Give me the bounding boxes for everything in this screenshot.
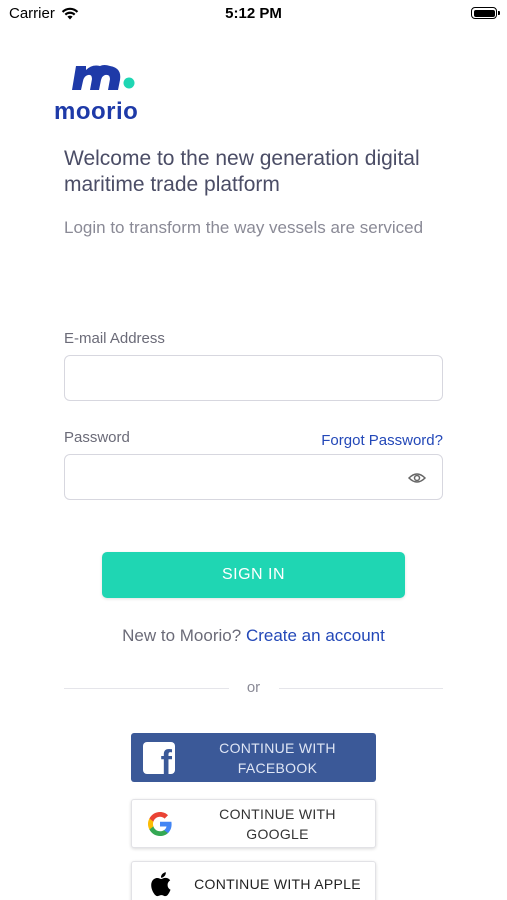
email-field[interactable] [64,355,443,401]
facebook-button-label: CONTINUE WITH FACEBOOK [219,739,336,776]
google-icon [144,808,176,840]
password-field[interactable] [64,454,443,500]
continue-with-google-button[interactable]: CONTINUE WITH GOOGLE [131,799,376,848]
continue-with-apple-button[interactable]: CONTINUE WITH APPLE [131,861,376,900]
eye-icon[interactable] [408,470,426,486]
welcome-headline: Welcome to the new generation digital ma… [64,147,420,196]
facebook-icon: f [143,741,175,774]
signup-prompt-text: New to Moorio? [122,626,242,645]
google-button-label: CONTINUE WITH GOOGLE [219,805,336,842]
status-bar: Carrier 5:12 PM [0,0,507,28]
divider-right [279,688,443,689]
forgot-password-link[interactable]: Forgot Password? [321,432,443,449]
login-screen: Carrier 5:12 PM moorio Welcome to the ne… [0,0,507,900]
apple-icon [144,868,176,900]
clock: 5:12 PM [225,5,282,22]
sign-in-button[interactable]: SIGN IN [102,552,405,598]
battery-icon [471,7,500,19]
continue-with-facebook-button[interactable]: f CONTINUE WITH FACEBOOK [131,733,376,782]
password-label: Password [64,429,130,446]
logo-mark-icon [72,65,135,90]
email-label: E-mail Address [64,330,165,347]
welcome-subline: Login to transform the way vessels are s… [64,218,424,237]
signup-prompt: New to Moorio? Create an account [0,626,507,646]
apple-button-label: CONTINUE WITH APPLE [194,876,361,892]
create-account-link[interactable]: Create an account [246,626,385,645]
logo-wordmark: moorio [54,98,139,125]
moorio-logo: moorio [54,60,164,125]
